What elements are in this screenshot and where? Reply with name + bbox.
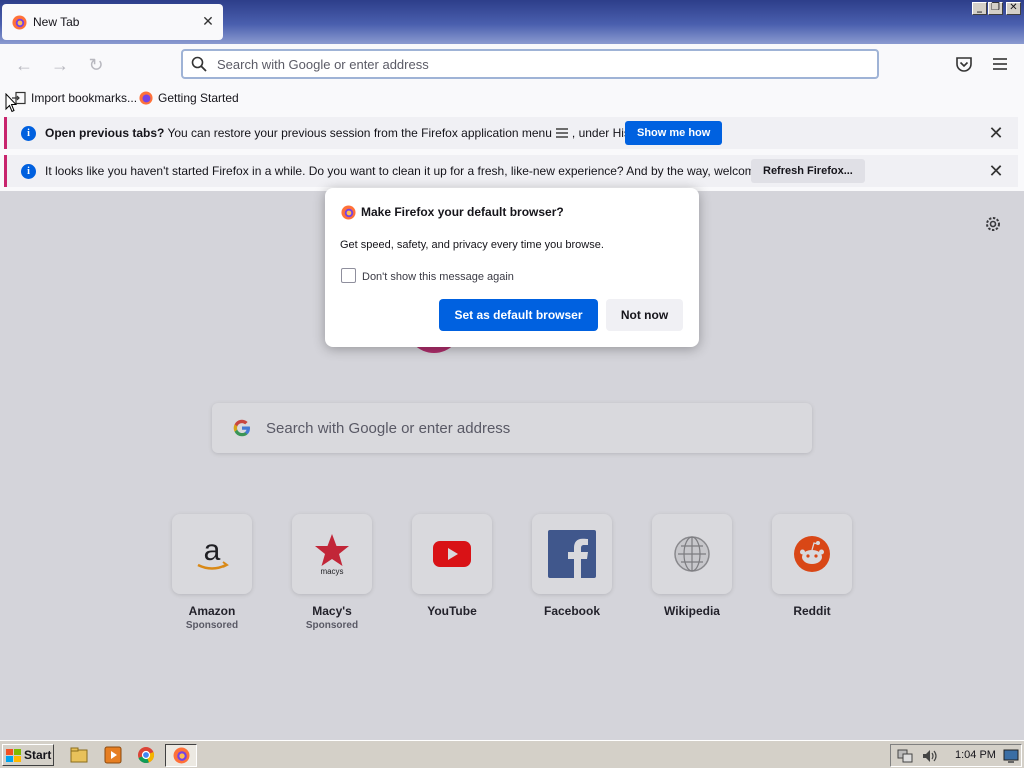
search-icon — [191, 56, 207, 72]
system-tray: 1:04 PM — [890, 744, 1022, 767]
info-icon: i — [21, 163, 36, 179]
folder-icon[interactable] — [70, 746, 88, 764]
firefox-icon — [139, 91, 153, 105]
close-tab-icon[interactable]: ✕ — [201, 14, 215, 28]
taskbar-firefox-button[interactable] — [165, 744, 197, 767]
bookmark-import[interactable]: Import bookmarks... — [12, 91, 137, 105]
firefox-icon — [12, 14, 27, 30]
mouse-cursor-icon — [5, 93, 17, 113]
bookmark-getting-started[interactable]: Getting Started — [139, 91, 239, 105]
clock: 1:04 PM — [955, 749, 996, 761]
start-label: Start — [24, 748, 52, 762]
dont-show-again-checkbox[interactable] — [341, 268, 356, 283]
bookmarks-toolbar: Import bookmarks... Getting Started — [0, 86, 1024, 112]
bookmark-label: Import bookmarks... — [31, 91, 138, 105]
notification-title: Open previous tabs? — [45, 126, 165, 140]
default-browser-dialog: Make Firefox your default browser? Get s… — [325, 188, 699, 347]
notification-refresh-firefox: i It looks like you haven't started Fire… — [4, 155, 1018, 187]
set-default-browser-button[interactable]: Set as default browser — [439, 299, 598, 331]
network-icon[interactable] — [897, 748, 913, 764]
dialog-description: Get speed, safety, and privacy every tim… — [340, 239, 604, 251]
reload-icon[interactable]: ↻ — [85, 54, 107, 76]
show-me-how-button[interactable]: Show me how — [625, 121, 723, 145]
close-icon[interactable]: ✕ — [986, 123, 1006, 143]
checkbox-label[interactable]: Don't show this message again — [362, 271, 514, 283]
not-now-button[interactable]: Not now — [606, 299, 683, 331]
firefox-icon — [173, 747, 190, 764]
show-desktop-icon[interactable] — [1003, 748, 1019, 764]
pocket-icon[interactable] — [955, 55, 973, 73]
close-icon[interactable]: ✕ — [986, 161, 1006, 181]
notification-text: It looks like you haven't started Firefo… — [45, 164, 794, 178]
window-close-button[interactable]: ✕ — [1006, 2, 1021, 15]
notification-text: Open previous tabs? You can restore your… — [45, 126, 552, 140]
app-menu-icon — [555, 128, 568, 138]
windows-logo-icon — [6, 748, 21, 762]
bookmark-label: Getting Started — [158, 91, 239, 105]
notification-restore-session: i Open previous tabs? You can restore yo… — [4, 117, 1018, 149]
forward-icon[interactable]: → — [49, 54, 71, 76]
url-placeholder: Search with Google or enter address — [217, 56, 429, 72]
firefox-icon — [341, 205, 356, 220]
tab-title: New Tab — [33, 15, 80, 29]
tab-strip: New Tab ✕ _ ❐ ✕ — [0, 0, 1024, 44]
taskbar: Start 1:04 PM — [0, 740, 1024, 768]
volume-icon[interactable] — [921, 748, 937, 764]
navigation-toolbar: ← → ↻ Search with Google or enter addres… — [0, 44, 1024, 86]
hamburger-menu-icon[interactable] — [991, 55, 1009, 73]
start-button[interactable]: Start — [2, 744, 54, 766]
refresh-firefox-button[interactable]: Refresh Firefox... — [751, 159, 865, 183]
tab-new-tab[interactable]: New Tab ✕ — [2, 4, 223, 40]
info-icon: i — [21, 125, 36, 141]
dialog-title: Make Firefox your default browser? — [361, 205, 564, 219]
url-bar[interactable]: Search with Google or enter address — [181, 49, 879, 79]
back-icon[interactable]: ← — [13, 54, 35, 76]
chrome-icon[interactable] — [137, 746, 155, 764]
minimize-button[interactable]: _ — [972, 2, 987, 15]
media-player-icon[interactable] — [104, 746, 122, 764]
notification-body: You can restore your previous session fr… — [164, 126, 552, 140]
restore-button[interactable]: ❐ — [988, 2, 1003, 15]
